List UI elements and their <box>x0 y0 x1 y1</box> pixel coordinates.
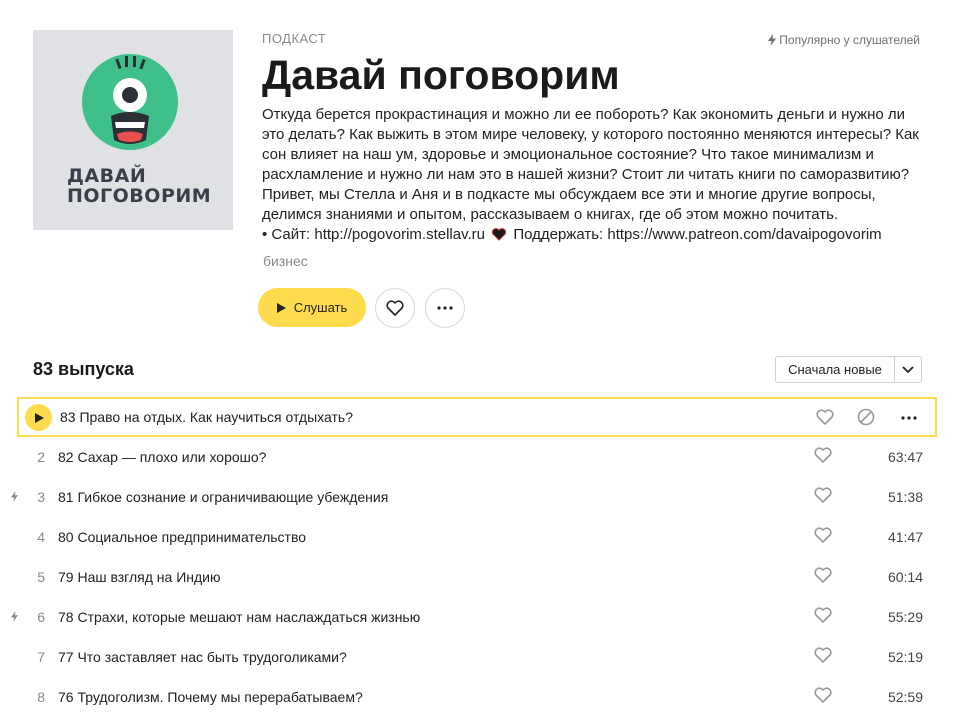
description-links-line: • Сайт: http://pogovorim.stellav.ru Подд… <box>262 225 930 245</box>
episode-number: 5 <box>37 569 45 585</box>
chevron-down-icon <box>902 365 914 373</box>
sort-toggle[interactable] <box>895 357 921 382</box>
episode-title[interactable]: 77 Что заставляет нас быть трудоголиками… <box>58 649 347 665</box>
site-link[interactable]: • Сайт: http://pogovorim.stellav.ru <box>262 226 485 243</box>
episode-duration: 52:19 <box>887 649 923 665</box>
episode-duration: 51:38 <box>887 489 923 505</box>
heart-icon[interactable] <box>814 447 832 463</box>
cover-title-line1: ДАВАЙ <box>67 165 147 187</box>
episode-title[interactable]: 78 Страхи, которые мешают нам наслаждать… <box>58 609 420 625</box>
episode-number: 8 <box>37 689 45 705</box>
more-dots-icon[interactable] <box>901 416 917 420</box>
episode-duration: 60:14 <box>887 569 923 585</box>
popular-label: Популярно у слушателей <box>779 33 920 47</box>
bolt-icon <box>768 34 777 46</box>
episode-title[interactable]: 83 Право на отдых. Как научиться отдыхат… <box>60 409 353 425</box>
episode-number: 2 <box>37 449 45 465</box>
popular-badge: Популярно у слушателей <box>768 33 920 47</box>
block-icon[interactable] <box>857 408 875 426</box>
listen-button[interactable]: Слушать <box>258 288 366 327</box>
episode-title[interactable]: 82 Сахар — плохо или хорошо? <box>58 449 266 465</box>
episode-duration: 55:29 <box>887 609 923 625</box>
episode-row[interactable]: 7 77 Что заставляет нас быть трудоголика… <box>17 637 937 677</box>
description-line: Откуда берется прокрастинация и можно ли… <box>262 106 906 123</box>
heart-icon[interactable] <box>814 647 832 663</box>
episode-row[interactable]: 4 80 Социальное предпринимательство 41:4… <box>17 517 937 557</box>
episode-row[interactable]: 6 78 Страхи, которые мешают нам наслажда… <box>11 597 937 637</box>
podcast-cover: ДАВАЙ ПОГОВОРИМ <box>33 30 233 230</box>
episode-title[interactable]: 76 Трудоголизм. Почему мы перерабатываем… <box>58 689 363 705</box>
episodes-count: 83 выпуска <box>33 359 134 379</box>
episode-number: 3 <box>37 489 45 505</box>
heart-icon[interactable] <box>816 409 834 425</box>
episode-duration: 52:59 <box>887 689 923 705</box>
listen-label: Слушать <box>293 300 348 315</box>
cover-title: ДАВАЙ ПОГОВОРИМ <box>67 166 211 206</box>
episode-title[interactable]: 79 Наш взгляд на Индию <box>58 569 220 585</box>
sort-label[interactable]: Сначала новые <box>776 357 895 382</box>
episode-row-active[interactable]: 83 Право на отдых. Как научиться отдыхат… <box>17 397 937 437</box>
episode-row[interactable]: 2 82 Сахар — плохо или хорошо? 63:47 <box>17 437 937 477</box>
episode-number: 6 <box>37 609 45 625</box>
episode-duration: 41:47 <box>887 529 923 545</box>
sort-dropdown[interactable]: Сначала новые <box>775 356 922 383</box>
heart-icon[interactable] <box>814 567 832 583</box>
heart-icon[interactable] <box>814 527 832 543</box>
heart-icon[interactable] <box>814 687 832 703</box>
support-link[interactable]: Поддержать: https://www.patreon.com/dava… <box>513 226 881 243</box>
description-line: делимся знаниями и опытом, рассказываем … <box>262 206 839 223</box>
heart-icon <box>386 300 404 316</box>
description-line: это делать? Как выжить в этом мире челов… <box>262 126 919 143</box>
episode-row[interactable]: 8 76 Трудоголизм. Почему мы перерабатыва… <box>17 677 937 717</box>
heart-icon[interactable] <box>814 487 832 503</box>
podcast-description: Откуда берется прокрастинация и можно ли… <box>262 105 930 245</box>
episode-title[interactable]: 81 Гибкое сознание и ограничивающие убеж… <box>58 489 388 505</box>
more-dots-icon <box>437 306 453 310</box>
genre-tag[interactable]: бизнес <box>263 253 308 269</box>
black-heart-icon <box>492 228 507 241</box>
description-line: расхламление и нужно ли нам это в нашей … <box>262 166 910 183</box>
play-icon <box>276 302 286 313</box>
episode-title[interactable]: 80 Социальное предпринимательство <box>58 529 306 545</box>
episode-duration: 63:47 <box>887 449 923 465</box>
page-title: Давай поговорим <box>262 52 620 98</box>
more-button[interactable] <box>425 288 465 328</box>
content-kind-label: ПОДКАСТ <box>262 31 327 46</box>
heart-icon[interactable] <box>814 607 832 623</box>
episode-row[interactable]: 3 81 Гибкое сознание и ограничивающие уб… <box>11 477 937 517</box>
episode-number: 7 <box>37 649 45 665</box>
episode-row[interactable]: 5 79 Наш взгляд на Индию 60:14 <box>17 557 937 597</box>
description-line: Привет, мы Стелла и Аня и в подкасте мы … <box>262 186 876 203</box>
play-episode-button[interactable] <box>25 404 52 431</box>
episode-number: 4 <box>37 529 45 545</box>
description-line: сон влияет на наш ум, здоровье и эмоцион… <box>262 146 874 163</box>
like-button[interactable] <box>375 288 415 328</box>
play-icon <box>35 412 44 423</box>
cover-title-line2: ПОГОВОРИМ <box>67 185 212 207</box>
